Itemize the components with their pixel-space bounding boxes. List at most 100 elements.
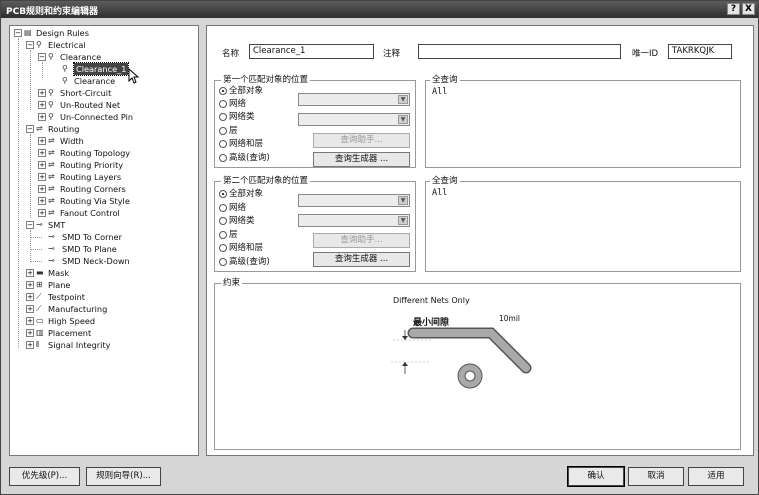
smt-icon: ⊸ xyxy=(48,232,55,241)
radio-button[interactable] xyxy=(219,100,227,108)
routing-icon: ⇌ xyxy=(48,160,55,169)
second-full-query-title: 全查询 xyxy=(430,176,460,187)
name-input[interactable]: Clearance_1 xyxy=(249,44,374,59)
routing-icon: ⇌ xyxy=(48,196,55,205)
expand-toggle[interactable]: + xyxy=(38,137,46,145)
expand-toggle[interactable]: + xyxy=(26,269,34,277)
priority-button[interactable]: 优先级(P)... xyxy=(9,467,80,486)
rule-icon: ⚲ xyxy=(62,64,68,73)
expand-toggle[interactable]: + xyxy=(38,113,46,121)
first-query-builder-button[interactable]: 查询生成器 ... xyxy=(313,152,410,167)
second-match-title: 第二个匹配对象的位置 xyxy=(221,176,311,187)
radio-button[interactable] xyxy=(219,231,227,239)
radio-button[interactable] xyxy=(219,154,227,162)
expand-toggle[interactable]: + xyxy=(38,185,46,193)
expand-toggle[interactable]: − xyxy=(14,29,22,37)
tree-line xyxy=(30,237,42,238)
rules-editor-window: PCB规则和约束编辑器 ? X − ▤ Design Rules − ⚲ Ele… xyxy=(0,0,759,495)
rules-tree[interactable]: − ▤ Design Rules − ⚲ Electrical − ⚲ Clea… xyxy=(9,25,199,456)
ok-button[interactable]: 确认 xyxy=(567,466,625,487)
routing-icon: ⇌ xyxy=(48,208,55,217)
expand-toggle[interactable]: + xyxy=(38,101,46,109)
expand-toggle[interactable]: + xyxy=(38,209,46,217)
first-net-select[interactable]: ▼ xyxy=(298,93,410,106)
second-query-builder-button[interactable]: 查询生成器 ... xyxy=(313,252,410,267)
radio-button[interactable] xyxy=(219,87,227,95)
radio-button[interactable] xyxy=(219,244,227,252)
rule-folder-icon: ⚲ xyxy=(48,112,54,121)
radio-button[interactable] xyxy=(219,217,227,225)
first-query-helper-button[interactable]: 查询助手... xyxy=(313,133,410,148)
close-button[interactable]: X xyxy=(742,3,755,15)
mask-icon: ▬ xyxy=(36,268,44,277)
net-scope-label: Different Nets Only xyxy=(393,296,470,305)
radio-button[interactable] xyxy=(219,204,227,212)
expand-toggle[interactable]: + xyxy=(26,281,34,289)
apply-button[interactable]: 适用 xyxy=(688,467,744,486)
routing-icon: ⇌ xyxy=(48,184,55,193)
expand-toggle[interactable]: + xyxy=(26,305,34,313)
pointer-cursor-icon xyxy=(128,68,140,84)
expand-toggle[interactable]: − xyxy=(26,41,34,49)
smt-icon: ⊸ xyxy=(48,256,55,265)
expand-toggle[interactable]: + xyxy=(26,293,34,301)
first-match-title: 第一个匹配对象的位置 xyxy=(221,75,311,86)
expand-toggle[interactable]: − xyxy=(38,53,46,61)
routing-icon: ⇌ xyxy=(48,172,55,181)
second-full-query-text: All xyxy=(432,188,448,198)
tree-line xyxy=(30,261,42,262)
tree-line xyxy=(30,230,31,262)
rule-icon: ⚲ xyxy=(62,76,68,85)
tree-line xyxy=(18,38,19,348)
radio-button[interactable] xyxy=(219,127,227,135)
tree-line xyxy=(30,249,42,250)
rule-editor-panel: 名称 Clearance_1 注释 唯一ID TAKRKQJK 第一个匹配对象的… xyxy=(206,25,754,456)
plane-icon: ⊞ xyxy=(36,280,43,289)
first-net-class-select[interactable]: ▼ xyxy=(298,113,410,126)
signal-integrity-icon: ⫴ xyxy=(36,340,40,349)
smt-icon: ⊸ xyxy=(36,220,43,229)
chevron-down-icon: ▼ xyxy=(398,216,408,225)
uid-label: 唯一ID xyxy=(632,49,659,59)
second-full-query-box[interactable]: 全查询 All xyxy=(425,176,741,272)
rule-folder-icon: ⚲ xyxy=(48,88,54,97)
second-query-helper-button[interactable]: 查询助手... xyxy=(313,233,410,248)
placement-icon: ▥ xyxy=(36,328,44,337)
routing-icon: ⇌ xyxy=(48,136,55,145)
expand-toggle[interactable]: + xyxy=(38,161,46,169)
first-full-query-box[interactable]: 全查询 All xyxy=(425,75,741,168)
help-button[interactable]: ? xyxy=(727,3,740,15)
comment-input[interactable] xyxy=(418,44,621,59)
expand-toggle[interactable]: + xyxy=(26,317,34,325)
chevron-down-icon: ▼ xyxy=(398,115,408,124)
radio-button[interactable] xyxy=(219,140,227,148)
tree-line xyxy=(30,50,31,110)
chevron-down-icon: ▼ xyxy=(398,95,408,104)
expand-toggle[interactable]: + xyxy=(38,197,46,205)
rule-folder-icon: ▤ xyxy=(24,28,32,37)
expand-toggle[interactable]: − xyxy=(26,125,34,133)
tree-line xyxy=(42,62,43,78)
expand-toggle[interactable]: + xyxy=(38,173,46,181)
testpoint-icon: ⟋ xyxy=(36,292,42,301)
radio-button[interactable] xyxy=(219,258,227,266)
uid-input[interactable]: TAKRKQJK xyxy=(668,44,732,59)
expand-toggle[interactable]: + xyxy=(38,149,46,157)
expand-toggle[interactable]: − xyxy=(26,221,34,229)
radio-button[interactable] xyxy=(219,113,227,121)
rule-wizard-button[interactable]: 规则向导(R)... xyxy=(86,467,161,486)
expand-toggle[interactable]: + xyxy=(26,329,34,337)
tree-line xyxy=(30,134,31,218)
second-net-class-select[interactable]: ▼ xyxy=(298,214,410,227)
clearance-diagram xyxy=(391,327,532,389)
rule-folder-icon: ⚲ xyxy=(48,100,54,109)
constraints-title: 约束 xyxy=(221,278,243,289)
rule-folder-icon: ⚲ xyxy=(48,52,54,61)
manufacturing-icon: ⟋ xyxy=(36,304,42,313)
expand-toggle[interactable]: + xyxy=(38,89,46,97)
cancel-button[interactable]: 取消 xyxy=(628,467,684,486)
electrical-icon: ⚲ xyxy=(36,40,42,49)
radio-button[interactable] xyxy=(219,190,227,198)
second-net-select[interactable]: ▼ xyxy=(298,194,410,207)
expand-toggle[interactable]: + xyxy=(26,341,34,349)
